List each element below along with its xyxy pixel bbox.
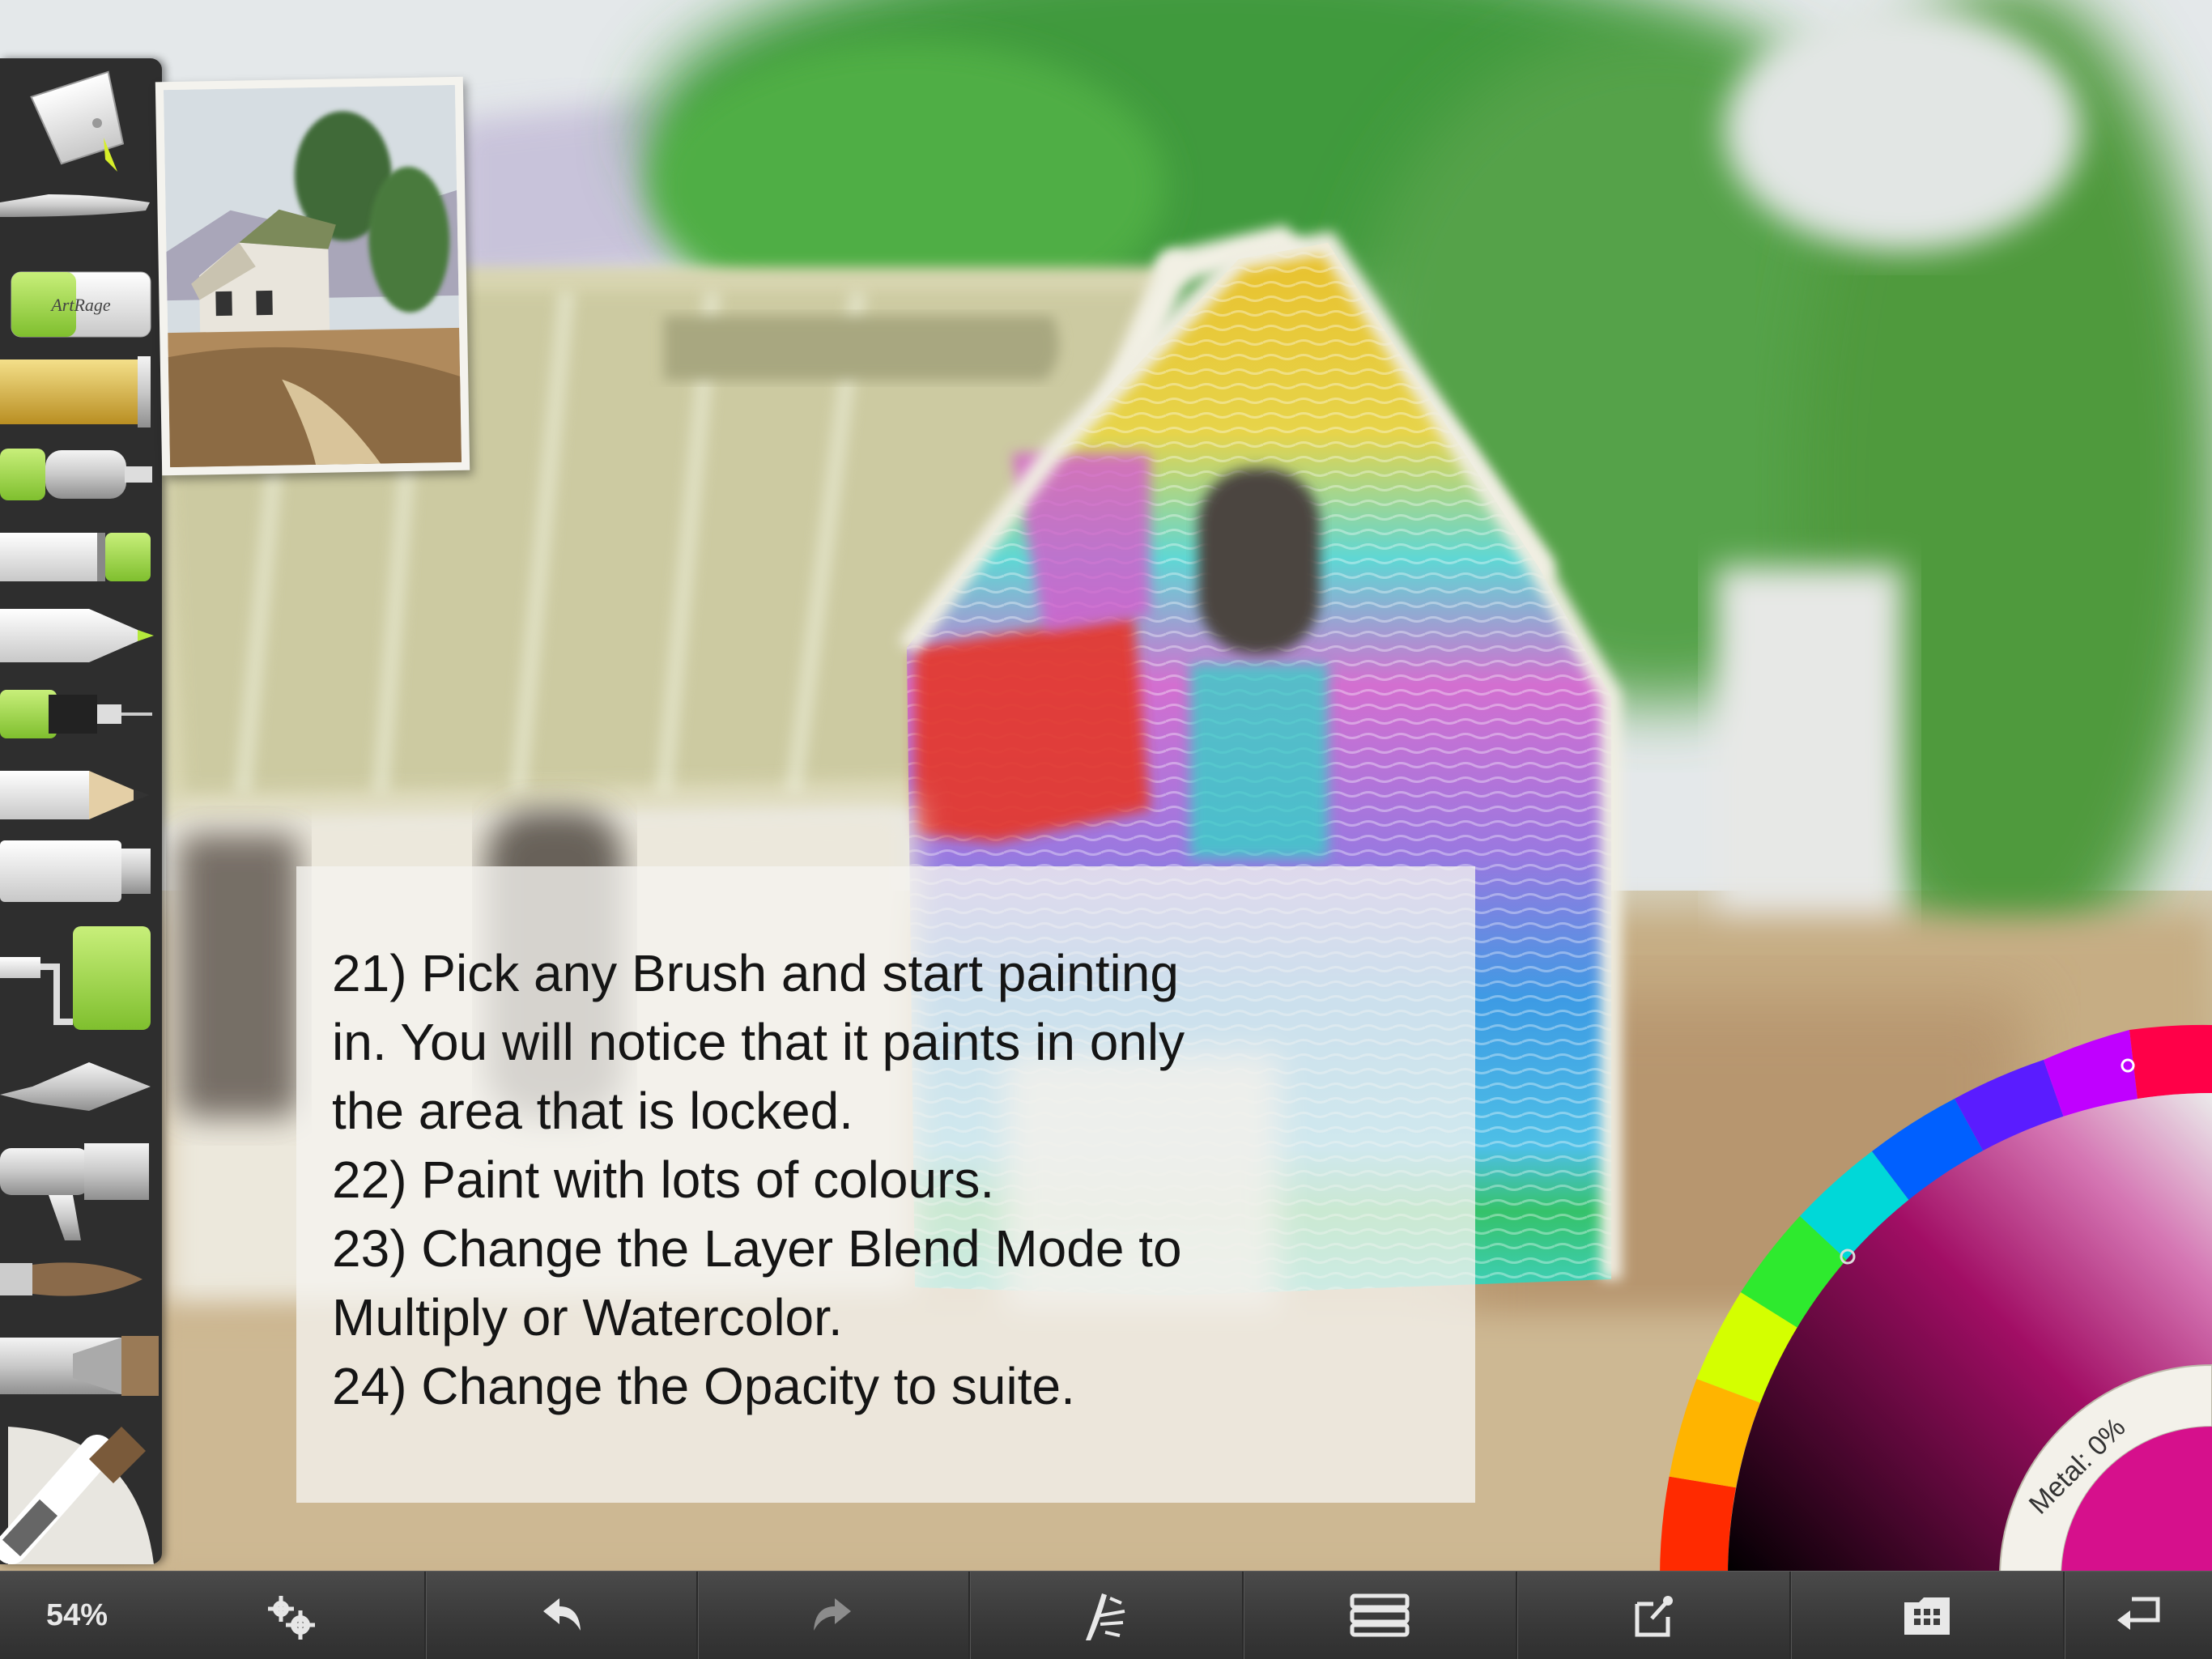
technical-pen-tool[interactable] [0, 690, 152, 738]
zoom-indicator[interactable]: 54% [0, 1572, 154, 1659]
layers-button[interactable] [1244, 1572, 1516, 1659]
reference-image[interactable] [155, 76, 470, 476]
brush-settings-button[interactable] [970, 1572, 1242, 1659]
redo-icon [814, 1598, 851, 1631]
instruction-text: 21) Pick any Brush and start painting in… [332, 939, 1449, 1421]
gallery-button[interactable] [1791, 1572, 2063, 1659]
bottom-toolbar: 54% [0, 1571, 2212, 1659]
color-picker[interactable]: Metal: 0% [1660, 1022, 2212, 1578]
return-icon [2117, 1597, 2160, 1630]
oil-brush-active-tool[interactable] [0, 1427, 154, 1564]
instruction-card: 21) Pick any Brush and start painting in… [296, 866, 1475, 1503]
paint-roller-tool[interactable] [0, 926, 151, 1030]
instruction-line: the area that is locked. [332, 1082, 853, 1140]
airbrush-tool[interactable] [0, 1143, 149, 1240]
marker-tool[interactable] [0, 609, 154, 662]
paint-tube-tool[interactable] [0, 840, 151, 902]
palette-knife-tool[interactable] [0, 1062, 151, 1111]
glitter-tube-tool[interactable] [0, 356, 151, 428]
watercolor-brush-tool[interactable] [0, 1262, 143, 1296]
artrage-logo: ArtRage [49, 295, 111, 315]
gallery-icon [1904, 1597, 1950, 1635]
felt-pen-tool[interactable] [0, 533, 151, 581]
pencil-tool[interactable] [0, 771, 150, 819]
return-button[interactable] [2065, 1572, 2212, 1659]
instruction-line: 23) Change the Layer Blend Mode to [332, 1219, 1182, 1278]
share-button[interactable] [1517, 1572, 1789, 1659]
share-icon [1635, 1596, 1673, 1637]
instruction-line: Multiply or Watercolor. [332, 1288, 843, 1346]
paint-bucket-tool[interactable] [30, 70, 131, 172]
flat-brush-tool[interactable] [0, 1336, 159, 1396]
instruction-line: 21) Pick any Brush and start painting [332, 944, 1179, 1002]
settings-button[interactable] [162, 1572, 421, 1659]
layers-icon [1350, 1593, 1410, 1637]
brush-settings-icon [1086, 1593, 1125, 1640]
instruction-line: 22) Paint with lots of colours. [332, 1151, 995, 1209]
tool-rail: ArtRage [0, 58, 162, 1564]
redo-button[interactable] [698, 1572, 968, 1659]
airbrush-small-tool[interactable] [0, 449, 152, 500]
palette-knife-thin-tool[interactable] [0, 194, 150, 217]
instruction-line: 24) Change the Opacity to suite. [332, 1357, 1075, 1415]
instruction-line: in. You will notice that it paints in on… [332, 1013, 1185, 1071]
undo-icon [543, 1598, 581, 1631]
undo-button[interactable] [426, 1572, 696, 1659]
eraser-tool[interactable]: ArtRage [11, 271, 151, 338]
reference-painting [163, 84, 462, 468]
settings-gears-icon [268, 1596, 315, 1640]
zoom-level: 54% [45, 1597, 108, 1632]
